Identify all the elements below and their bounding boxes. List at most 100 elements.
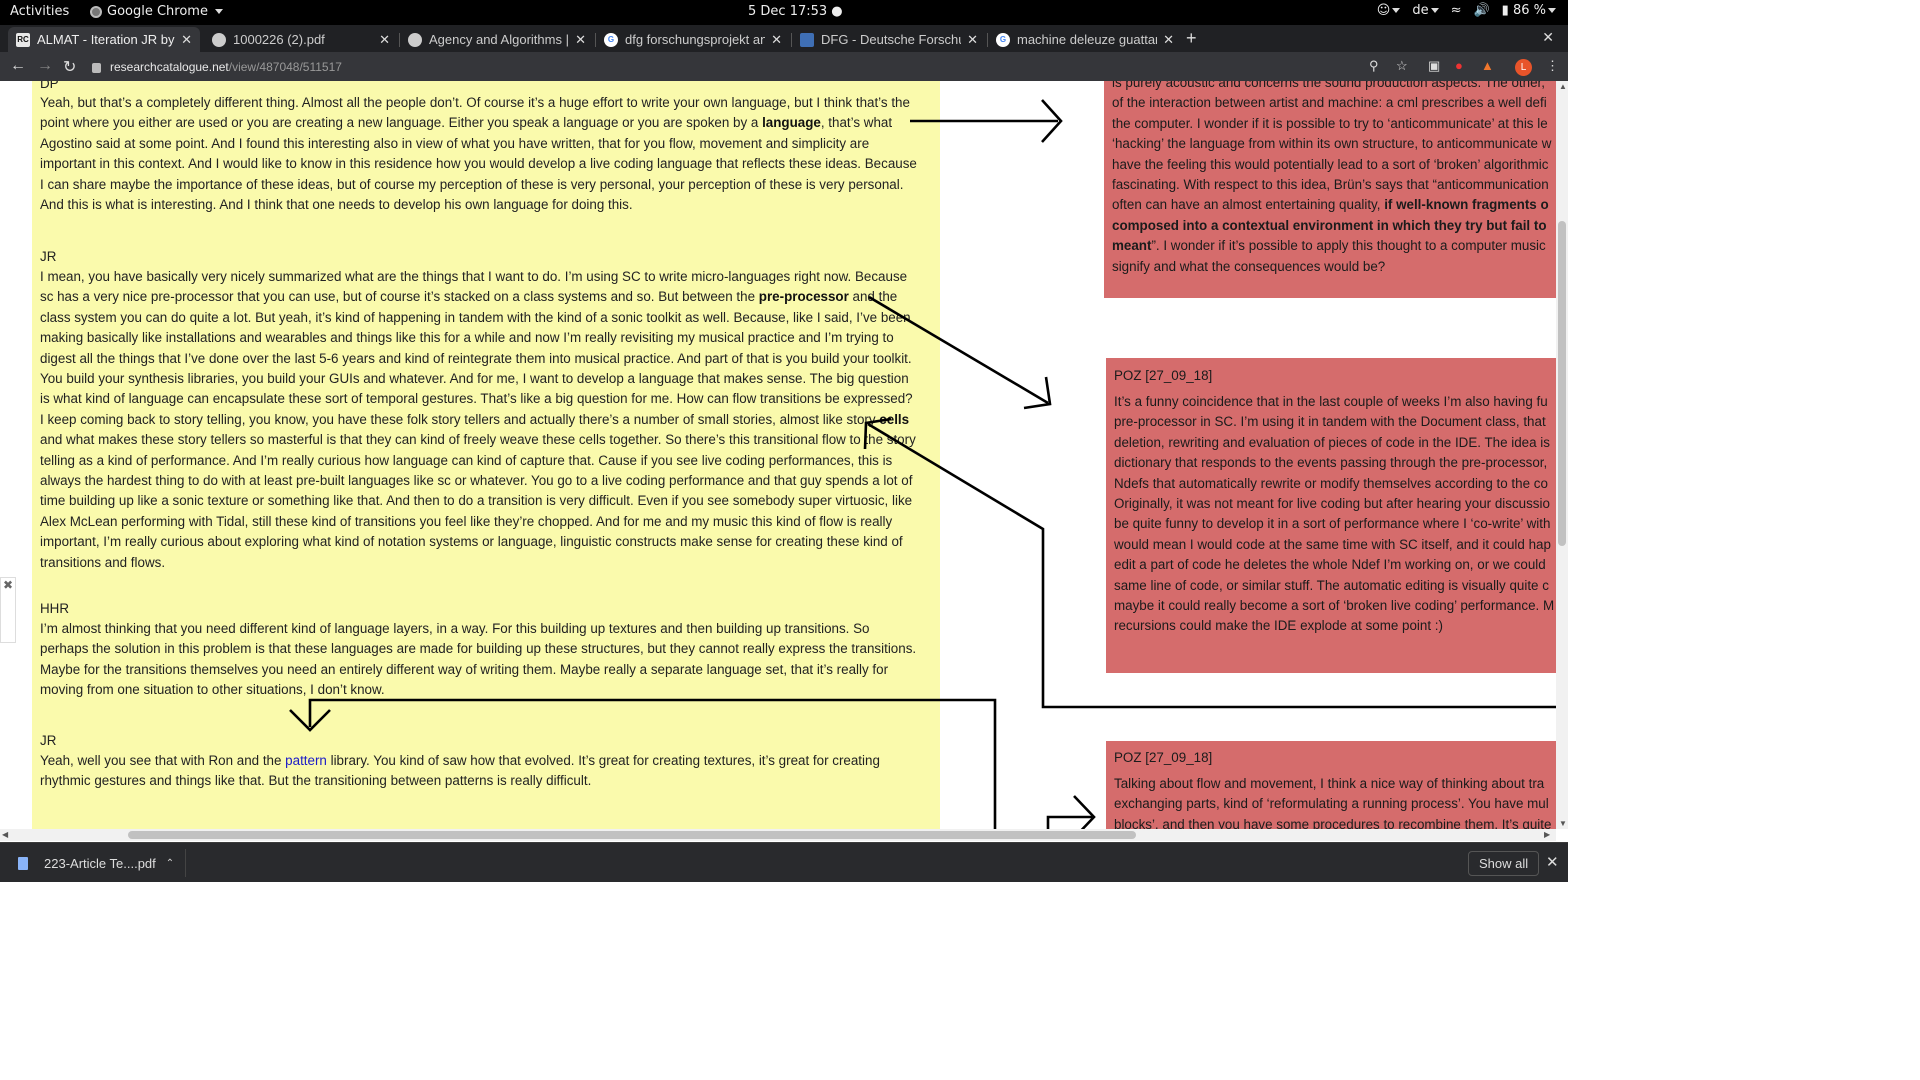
close-icon[interactable]: ✖ bbox=[3, 578, 13, 592]
text-line: exchanging parts, kind of ‘reformulating… bbox=[1114, 794, 1551, 814]
text-span: class system you can do quite a lot. But… bbox=[40, 309, 911, 325]
scroll-thumb[interactable] bbox=[128, 831, 1136, 839]
clock[interactable]: 5 Dec 17:53 ● bbox=[748, 4, 843, 19]
text-span: library. You kind of saw how that evolve… bbox=[326, 753, 880, 768]
back-button[interactable]: ← bbox=[10, 57, 26, 75]
extension-icon[interactable]: ▣ bbox=[1428, 58, 1440, 74]
show-all-button[interactable]: Show all bbox=[1468, 851, 1540, 876]
arrow-line bbox=[1046, 815, 1092, 829]
sticky-note-widget[interactable]: ✖ bbox=[0, 577, 16, 643]
text-line: Ndefs that automatically rewrite or modi… bbox=[1114, 474, 1554, 494]
text-span: same line of code, or similar stuff. The… bbox=[1114, 577, 1549, 593]
extension-icon[interactable]: ● bbox=[1455, 58, 1463, 73]
profile-avatar[interactable]: L bbox=[1515, 59, 1532, 76]
app-menu[interactable]: Google Chrome bbox=[90, 4, 223, 19]
close-tab-icon[interactable]: ✕ bbox=[575, 32, 586, 48]
menu-icon[interactable]: ⋮ bbox=[1546, 58, 1559, 74]
chevron-up-icon[interactable]: ⌃ bbox=[166, 858, 174, 869]
text-span: fascinating. With respect to this idea, … bbox=[1112, 177, 1549, 193]
text-span: recursions could make the IDE explode at… bbox=[1114, 618, 1443, 634]
wifi-icon: ≈ bbox=[1450, 3, 1462, 18]
scroll-thumb[interactable] bbox=[1558, 221, 1566, 546]
tab-deleuze-search[interactable]: G machine deleuze guattari ✕ bbox=[988, 27, 1182, 52]
vertical-scrollbar[interactable]: ▲ ▼ bbox=[1556, 81, 1568, 829]
forward-button[interactable]: → bbox=[37, 57, 53, 75]
text-span: rhythmic gestures and things like that. … bbox=[40, 773, 592, 789]
window-close-button[interactable]: ✕ bbox=[1542, 29, 1554, 46]
close-tab-icon[interactable]: ✕ bbox=[771, 32, 782, 48]
speaker-label: DP bbox=[40, 81, 59, 91]
bold-text: composed into a contextual environment i… bbox=[1112, 217, 1547, 233]
text-span: signify and what the consequences would … bbox=[1112, 258, 1386, 274]
tab-pdf[interactable]: 1000226 (2).pdf ✕ bbox=[204, 27, 398, 52]
text-line: It’s a funny coincidence that in the las… bbox=[1114, 392, 1554, 412]
text-span: ”. I wonder if it’s possible to apply th… bbox=[1151, 238, 1546, 254]
note-box: POZ [27_09_18] Talking about flow and mo… bbox=[1106, 741, 1556, 829]
text-line: deletion, rewriting and evaluation of pi… bbox=[1114, 433, 1554, 453]
close-tab-icon[interactable]: ✕ bbox=[1163, 32, 1174, 48]
tab-title: ALMAT - Iteration JR by H bbox=[37, 32, 176, 47]
text-line: rhythmic gestures and things like that. … bbox=[40, 771, 935, 791]
system-tray[interactable]: ☺ de ≈ 🔊 ▮ 86 % bbox=[1377, 3, 1556, 18]
lock-icon[interactable] bbox=[92, 62, 101, 73]
reload-button[interactable]: ↻ bbox=[63, 57, 76, 77]
volume-icon: 🔊 bbox=[1473, 3, 1490, 18]
close-tab-icon[interactable]: ✕ bbox=[379, 32, 390, 48]
text-line: recursions could make the IDE explode at… bbox=[1114, 616, 1554, 636]
text-span: have the feeling this would potentially … bbox=[1112, 156, 1549, 172]
text-line: edit a part of code he deletes the whole… bbox=[1114, 555, 1554, 575]
globe-icon bbox=[408, 32, 422, 47]
text-span: ‘hacking’ the language from within its o… bbox=[1112, 136, 1552, 152]
close-tab-icon[interactable]: ✕ bbox=[967, 32, 978, 48]
accessibility-icon[interactable]: ☺ bbox=[1377, 3, 1401, 18]
activities-button[interactable]: Activities bbox=[10, 4, 69, 19]
text-line: same line of code, or similar stuff. The… bbox=[1114, 576, 1554, 596]
close-tab-icon[interactable]: ✕ bbox=[181, 32, 192, 48]
bold-text: language bbox=[762, 115, 821, 131]
horizontal-scrollbar[interactable]: ◀ ▶ bbox=[0, 829, 1556, 841]
jr-paragraph: I mean, you have basically very nicely s… bbox=[40, 267, 935, 573]
file-icon bbox=[18, 856, 28, 870]
text-span: often can have an almost entertaining qu… bbox=[1112, 197, 1385, 213]
text-span: perhaps the solution in this problem is … bbox=[40, 641, 917, 657]
close-shelf-icon[interactable]: ✕ bbox=[1546, 853, 1559, 871]
tab-dfg-search[interactable]: G dfg forschungsprojekt ant ✕ bbox=[596, 27, 790, 52]
text-line: And this is what is interesting. And I t… bbox=[40, 195, 935, 215]
text-line: You build your synthesis libraries, you … bbox=[40, 369, 935, 389]
dfg-favicon-icon bbox=[800, 32, 814, 47]
text-line: and what makes these story tellers so ma… bbox=[40, 430, 935, 450]
text-line: pre-processor in SC. I’m using it in tan… bbox=[1114, 412, 1554, 432]
address-bar[interactable]: researchcatalogue.net/view/487048/511517 bbox=[90, 55, 1460, 78]
text-span: Alex McLean performing with Tidal, still… bbox=[40, 513, 893, 529]
text-span: Yeah, well you see that with Ron and the bbox=[40, 753, 286, 768]
text-span: telling as a kind of performance. And I’… bbox=[40, 452, 893, 468]
text-line: Originally, it was not meant for live co… bbox=[1114, 494, 1554, 514]
speaker-label: JR bbox=[40, 733, 57, 748]
tab-almat[interactable]: RC ALMAT - Iteration JR by H ✕ bbox=[8, 27, 200, 52]
page-content[interactable]: DP Yeah, but that’s a completely differe… bbox=[0, 81, 1568, 829]
tab-dfg[interactable]: DFG - Deutsche Forschun ✕ bbox=[792, 27, 986, 52]
tab-strip: RC ALMAT - Iteration JR by H ✕ 1000226 (… bbox=[0, 25, 1568, 52]
tab-title: Agency and Algorithms | J bbox=[429, 32, 570, 47]
text-span: And this is what is interesting. And I t… bbox=[40, 197, 633, 213]
text-line: often can have an almost entertaining qu… bbox=[1112, 195, 1551, 215]
text-span: time building up like a sonic texture or… bbox=[40, 493, 913, 509]
text-span: important in this context. And I would l… bbox=[40, 156, 917, 172]
text-span: be quite funny to develop it in a sort o… bbox=[1114, 516, 1551, 532]
link[interactable]: pattern bbox=[285, 753, 327, 768]
download-item[interactable]: 223-Article Te....pdf ⌃ bbox=[12, 849, 186, 877]
dp-paragraph: Yeah, but that’s a completely different … bbox=[40, 93, 935, 215]
bookmark-star-icon[interactable]: ☆ bbox=[1396, 58, 1408, 74]
text-line: would mean I would code at the same time… bbox=[1114, 535, 1554, 555]
tab-agency-algorithms[interactable]: Agency and Algorithms | J ✕ bbox=[400, 27, 594, 52]
zoom-icon[interactable]: ⚲ bbox=[1369, 58, 1379, 74]
keyboard-layout[interactable]: de bbox=[1412, 3, 1439, 18]
google-icon: G bbox=[604, 32, 618, 47]
arrow-head bbox=[1073, 795, 1096, 829]
new-tab-button[interactable]: + bbox=[1186, 28, 1197, 49]
text-line: meant”. I wonder if it’s possible to app… bbox=[1112, 236, 1551, 256]
extension-icon[interactable]: ▲ bbox=[1481, 58, 1494, 73]
battery-indicator[interactable]: ▮ 86 % bbox=[1502, 3, 1556, 18]
text-line: Yeah, but that’s a completely different … bbox=[40, 93, 935, 113]
text-span: I keep coming back to story telling, you… bbox=[40, 411, 880, 427]
